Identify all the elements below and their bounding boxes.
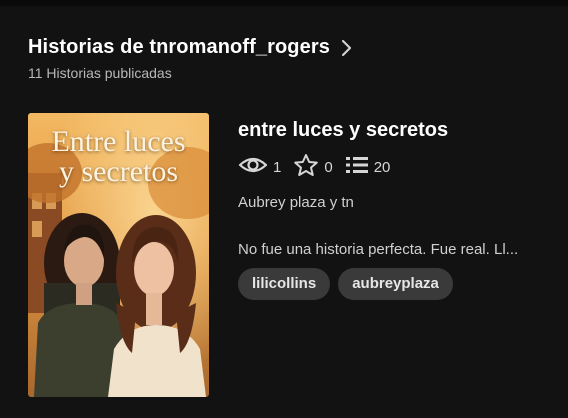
top-edge: [0, 0, 568, 6]
story-info: entre luces y secretos 1 0 20 Aubrey pla…: [238, 113, 558, 300]
star-icon: [293, 153, 319, 182]
reads-stat: 1: [238, 155, 281, 180]
tag-aubreyplaza[interactable]: aubreyplaza: [338, 268, 453, 300]
section-header-link[interactable]: Historias de tnromanoff_rogers: [28, 36, 548, 59]
story-title[interactable]: entre luces y secretos: [238, 119, 558, 142]
story-card: Entre luces y secretos entre luces y sec…: [28, 113, 558, 397]
votes-count: 0: [324, 158, 333, 176]
story-cover[interactable]: Entre luces y secretos: [28, 113, 209, 397]
section-subtitle: 11 Historias publicadas: [28, 65, 172, 81]
story-subtitle: Aubrey plaza y tn: [238, 194, 354, 211]
votes-stat: 0: [293, 153, 333, 182]
cover-title-line1: Entre luces: [51, 125, 186, 158]
tag-list: lilicollins aubreyplaza: [238, 268, 558, 300]
reads-count: 1: [273, 158, 282, 176]
section-title: Historias de tnromanoff_rogers: [28, 36, 330, 58]
cover-title-line2: y secretos: [58, 155, 179, 188]
chevron-right-icon: [340, 39, 352, 57]
tag-lilicollins[interactable]: lilicollins: [238, 268, 331, 300]
story-stats: 1 0 20: [238, 153, 558, 182]
cover-title: Entre luces y secretos: [28, 127, 209, 187]
parts-stat: 20: [345, 155, 391, 180]
list-icon: [345, 155, 369, 180]
story-description: No fue una historia perfecta. Fue real. …: [238, 241, 519, 258]
eye-icon: [238, 155, 268, 180]
section-header: Historias de tnromanoff_rogers 11 Histor…: [28, 36, 548, 81]
parts-count: 20: [373, 158, 391, 176]
